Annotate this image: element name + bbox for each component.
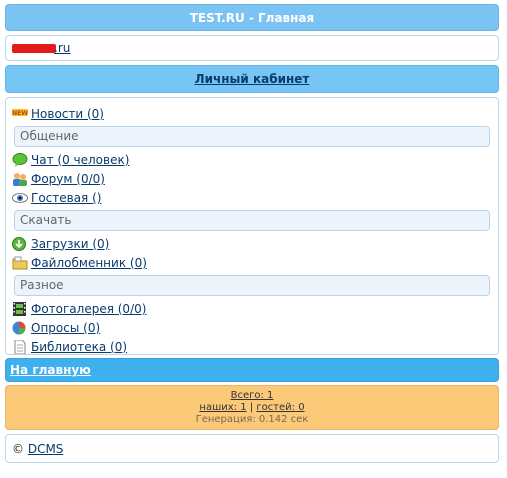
site-link-bar: .ru bbox=[5, 35, 499, 61]
menu-link-downloads[interactable]: Загрузки (0) bbox=[31, 237, 109, 251]
page-title-text: TEST.RU - Главная bbox=[189, 11, 315, 25]
menu-link-news[interactable]: Новости (0) bbox=[31, 107, 104, 121]
svg-text:NEW: NEW bbox=[12, 110, 28, 117]
menu-item-news[interactable]: NEW Новости (0) bbox=[12, 104, 492, 123]
menu-item-library[interactable]: Библиотека (0) bbox=[12, 337, 492, 356]
menu-item-polls[interactable]: Опросы (0) bbox=[12, 318, 492, 337]
section-header-misc: Разное bbox=[14, 275, 490, 296]
pie-chart-icon bbox=[12, 321, 28, 335]
menu-link-guestbook[interactable]: Гостевая () bbox=[31, 191, 101, 205]
generation-time: Генерация: 0.142 сек bbox=[195, 414, 309, 425]
stats-members-link[interactable]: наших: 1 bbox=[199, 402, 246, 413]
stats-guests-link[interactable]: гостей: 0 bbox=[256, 402, 304, 413]
forum-users-icon bbox=[12, 172, 28, 186]
document-icon bbox=[12, 339, 28, 354]
menu-item-fileshare[interactable]: Файлобменник (0) bbox=[12, 253, 492, 272]
stats-total-link[interactable]: Всего: 1 bbox=[231, 390, 274, 401]
eye-icon bbox=[12, 191, 28, 205]
menu-item-gallery[interactable]: Фотогалерея (0/0) bbox=[12, 299, 492, 318]
menu-link-library[interactable]: Библиотека (0) bbox=[31, 340, 127, 354]
online-stats-panel: Всего: 1 наших: 1 | гостей: 0 Генерация:… bbox=[5, 385, 499, 430]
home-nav-bar: На главную bbox=[5, 358, 499, 382]
menu-item-downloads[interactable]: Загрузки (0) bbox=[12, 234, 492, 253]
site-link[interactable]: .ru bbox=[54, 41, 70, 55]
menu-link-forum[interactable]: Форум (0/0) bbox=[31, 172, 105, 186]
copyright-symbol: © bbox=[12, 442, 24, 456]
section-header-communication: Общение bbox=[14, 126, 490, 147]
menu-link-chat[interactable]: Чат (0 человек) bbox=[31, 153, 129, 167]
menu-item-chat[interactable]: Чат (0 человек) bbox=[12, 150, 492, 169]
menu-item-forum[interactable]: Форум (0/0) bbox=[12, 169, 492, 188]
menu-item-guestbook[interactable]: Гостевая () bbox=[12, 188, 492, 207]
chat-bubble-icon bbox=[12, 152, 28, 167]
menu-link-gallery[interactable]: Фотогалерея (0/0) bbox=[31, 302, 146, 316]
folder-icon bbox=[12, 256, 28, 270]
stats-separator: | bbox=[249, 402, 254, 413]
page-title: TEST.RU - Главная bbox=[5, 4, 499, 31]
home-link[interactable]: На главную bbox=[10, 363, 91, 377]
menu-link-fileshare[interactable]: Файлобменник (0) bbox=[31, 256, 147, 270]
personal-cabinet-link[interactable]: Личный кабинет bbox=[195, 72, 310, 86]
section-header-download: Скачать bbox=[14, 210, 490, 231]
menu-link-polls[interactable]: Опросы (0) bbox=[31, 321, 100, 335]
footer: © DCMS bbox=[5, 434, 499, 463]
download-arrow-icon bbox=[12, 236, 28, 251]
film-icon bbox=[12, 301, 28, 316]
personal-cabinet-bar: Личный кабинет bbox=[5, 65, 499, 93]
redacted-site-name bbox=[12, 44, 56, 53]
dcms-link[interactable]: DCMS bbox=[28, 442, 64, 456]
main-menu: NEW Новости (0) Общение Чат (0 человек) … bbox=[5, 97, 499, 355]
new-badge-icon: NEW bbox=[12, 107, 28, 121]
